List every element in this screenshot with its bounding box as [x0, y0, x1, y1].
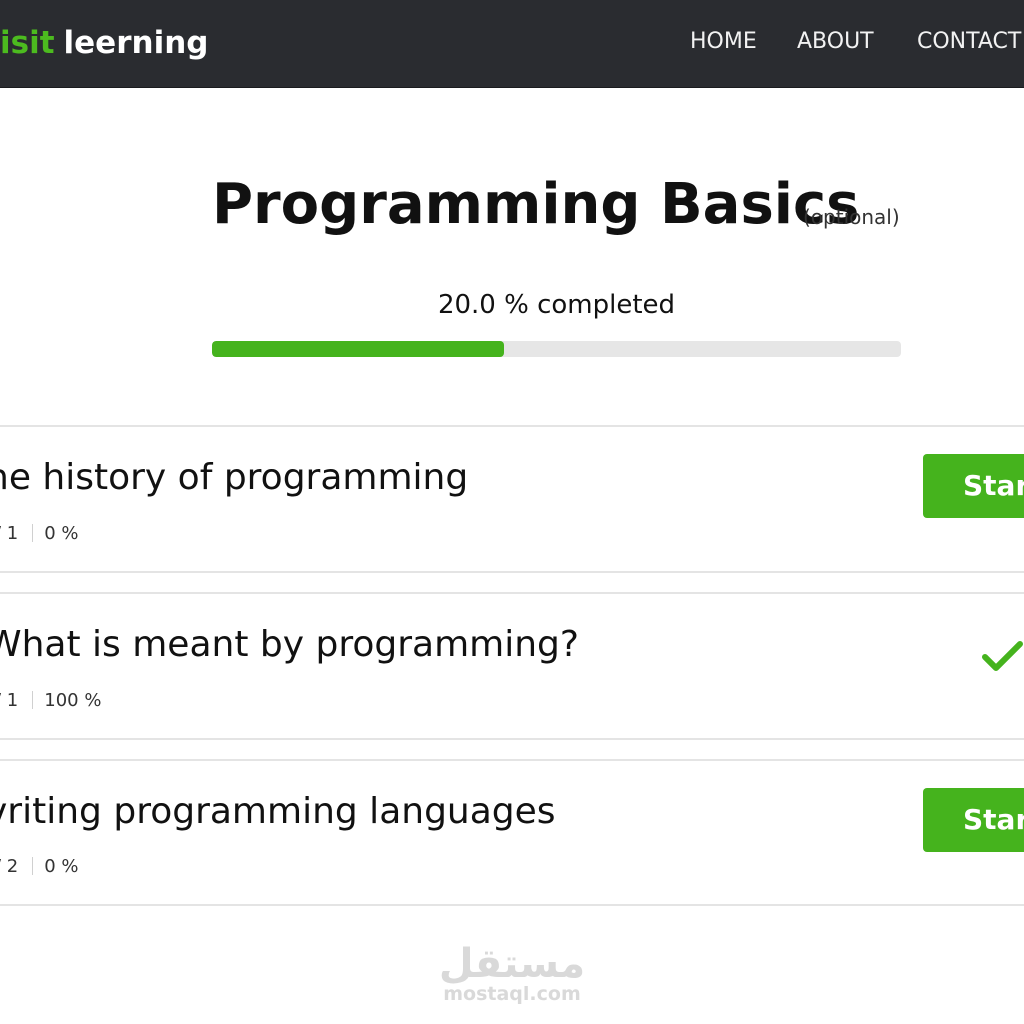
- lesson-divider: [0, 904, 1024, 906]
- lesson-percent: 0 %: [44, 523, 79, 544]
- start-button[interactable]: Start: [923, 788, 1024, 852]
- lesson-count: / 2: [0, 856, 19, 877]
- lesson-title[interactable]: What is meant by programming?: [0, 623, 579, 667]
- lesson-divider: [0, 571, 1024, 573]
- nav-link-home[interactable]: HOME: [690, 26, 757, 58]
- brand-logo[interactable]: isit leerning: [0, 21, 208, 65]
- optional-tag: (optional): [803, 205, 900, 229]
- lesson-meta: / 1 100 %: [0, 689, 101, 713]
- progress-text: 20.0 % completed: [437, 290, 676, 320]
- lesson-divider: [0, 738, 1024, 740]
- progress-bar: [212, 341, 901, 357]
- nav-link-contact[interactable]: CONTACT: [917, 26, 1021, 58]
- lesson-meta: / 2 0 %: [0, 855, 79, 879]
- progress-bar-fill: [212, 341, 505, 357]
- brand-accent-text: isit: [0, 25, 55, 61]
- top-navbar: isit leerning HOME ABOUT CONTACT: [0, 0, 1024, 88]
- meta-separator: [32, 691, 34, 709]
- brand-main-text: leerning: [63, 25, 209, 61]
- checkmark-icon: [982, 641, 1023, 671]
- lesson-percent: 0 %: [44, 856, 79, 877]
- nav-link-about[interactable]: ABOUT: [797, 26, 874, 58]
- lesson-divider: [0, 425, 1024, 427]
- lesson-count: / 1: [0, 523, 19, 544]
- lesson-title[interactable]: vriting programming languages: [0, 790, 556, 834]
- meta-separator: [32, 857, 34, 875]
- lesson-title[interactable]: he history of programming: [0, 456, 468, 500]
- watermark-arabic: مستقل: [438, 941, 586, 987]
- start-button[interactable]: Start: [923, 454, 1024, 518]
- watermark-url: mostaql.com: [443, 983, 581, 1005]
- lesson-meta: / 1 0 %: [0, 522, 79, 546]
- lesson-divider: [0, 592, 1024, 594]
- lesson-count: / 1: [0, 690, 19, 711]
- meta-separator: [32, 524, 34, 542]
- lesson-divider: [0, 759, 1024, 761]
- lesson-percent: 100 %: [44, 690, 102, 711]
- course-title: Programming Basics: [212, 172, 860, 237]
